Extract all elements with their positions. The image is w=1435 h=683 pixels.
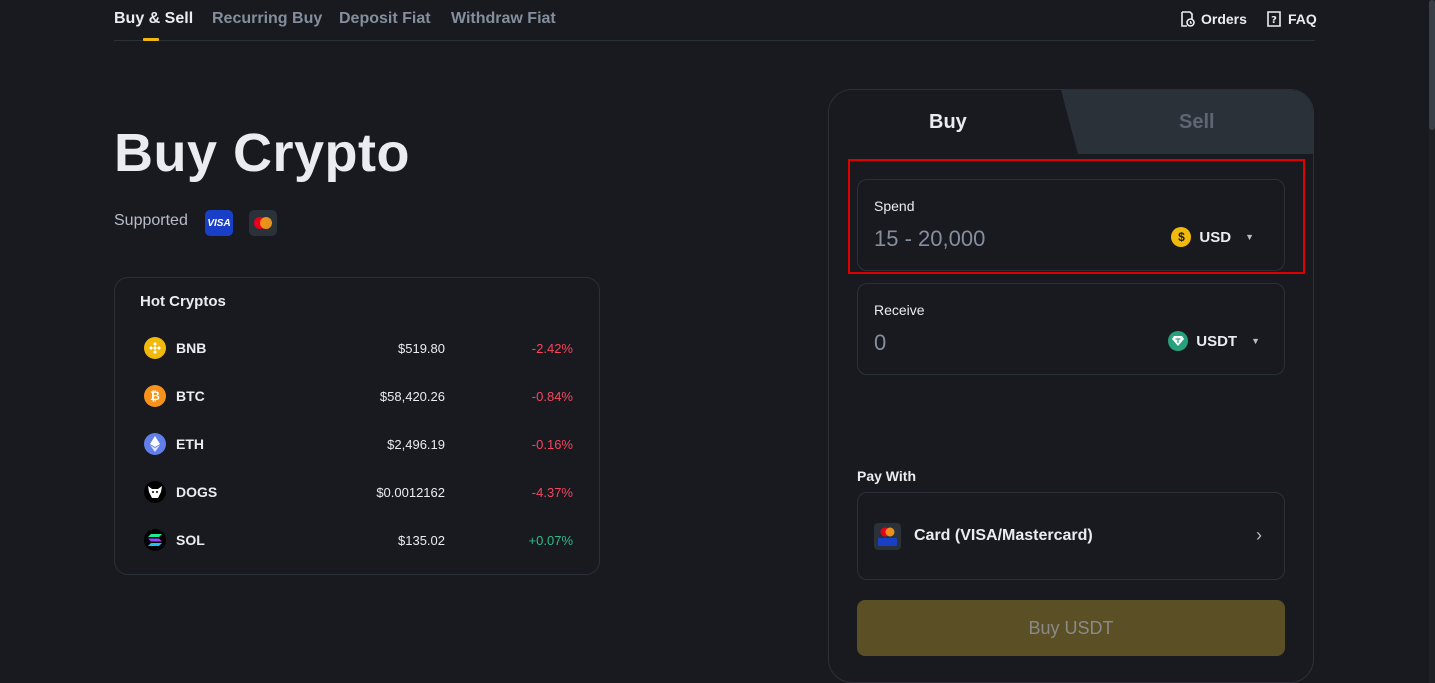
crypto-change: -0.84% (531, 389, 573, 404)
sell-tab[interactable]: Sell (1179, 111, 1215, 134)
crypto-symbol: BTC (176, 388, 205, 404)
spend-label: Spend (874, 198, 915, 214)
crypto-symbol: ETH (176, 436, 204, 452)
svg-text:?: ? (1271, 15, 1277, 26)
bnb-icon (144, 337, 166, 359)
receive-label: Receive (874, 302, 925, 318)
caret-down-icon: ▼ (1251, 336, 1260, 346)
crypto-price: $58,420.26 (379, 389, 445, 404)
crypto-row-bnb[interactable]: BNB $519.80 -2.42% (115, 333, 601, 365)
payment-method-select[interactable]: Card (VISA/Mastercard) › (857, 492, 1285, 580)
tab-buy-sell[interactable]: Buy & Sell (114, 10, 193, 28)
tab-recurring-buy[interactable]: Recurring Buy (212, 10, 322, 28)
spend-field[interactable]: Spend $ USD ▼ (857, 179, 1285, 271)
crypto-change: -2.42% (531, 341, 573, 356)
card-icon (874, 523, 901, 550)
buy-tab[interactable]: Buy (929, 111, 967, 134)
receive-currency-label: USDT (1196, 332, 1238, 350)
crypto-row-dogs[interactable]: DOGS $0.0012162 -4.37% (115, 477, 601, 509)
receive-input[interactable] (874, 330, 1134, 356)
crypto-row-eth[interactable]: ETH $2,496.19 -0.16% (115, 429, 601, 461)
btc-icon: ₿ (144, 385, 166, 407)
crypto-price: $519.80 (398, 341, 445, 356)
crypto-price: $135.02 (398, 533, 445, 548)
faq-label: FAQ (1288, 11, 1317, 27)
supported-label: Supported (114, 212, 188, 229)
crypto-change: -4.37% (531, 485, 573, 500)
receive-field[interactable]: Receive USDT ▼ (857, 283, 1285, 375)
orders-link[interactable]: Orders (1179, 11, 1247, 27)
caret-down-icon: ▼ (1245, 232, 1254, 242)
faq-icon: ? (1267, 11, 1281, 27)
crypto-price: $2,496.19 (387, 437, 445, 452)
usdt-icon (1168, 331, 1189, 351)
faq-link[interactable]: ? FAQ (1266, 11, 1317, 27)
eth-icon (144, 433, 166, 455)
dogs-icon (144, 481, 166, 503)
mastercard-icon (249, 210, 277, 236)
visa-icon: VISA (205, 210, 233, 236)
crypto-change: -0.16% (531, 437, 573, 452)
spend-input[interactable] (874, 226, 1134, 252)
page-title: Buy Crypto (114, 123, 411, 183)
spend-currency-select[interactable]: $ USD ▼ (1171, 227, 1254, 247)
orders-icon (1181, 11, 1195, 27)
pay-with-label: Pay With (857, 468, 916, 484)
top-navigation: Buy & Sell Recurring Buy Deposit Fiat Wi… (114, 0, 1317, 41)
crypto-symbol: SOL (176, 532, 205, 548)
crypto-price: $0.0012162 (376, 485, 445, 500)
spend-currency-label: USD (1199, 228, 1232, 246)
hot-cryptos-card: Hot Cryptos BNB $519.80 -2.42% ₿ BTC $58… (114, 277, 600, 575)
crypto-row-sol[interactable]: SOL $135.02 +0.07% (115, 525, 601, 557)
crypto-symbol: DOGS (176, 484, 218, 500)
hot-cryptos-title: Hot Cryptos (140, 293, 226, 310)
chevron-right-icon: › (1256, 525, 1262, 545)
mastercard-circles-icon (254, 217, 272, 229)
tab-deposit-fiat[interactable]: Deposit Fiat (339, 10, 431, 28)
tab-withdraw-fiat[interactable]: Withdraw Fiat (451, 10, 556, 28)
crypto-change: +0.07% (528, 533, 573, 548)
crypto-symbol: BNB (176, 340, 207, 356)
active-tab-indicator (143, 38, 159, 41)
buy-usdt-button[interactable]: Buy USDT (857, 600, 1285, 656)
sol-icon (144, 529, 166, 551)
page-scrollbar[interactable] (1429, 0, 1435, 683)
orders-label: Orders (1201, 11, 1247, 27)
receive-currency-select[interactable]: USDT ▼ (1168, 331, 1260, 351)
usd-icon: $ (1171, 227, 1192, 247)
payment-method-label: Card (VISA/Mastercard) (914, 527, 1093, 544)
scrollbar-thumb[interactable] (1429, 0, 1435, 130)
trade-panel: Buy Sell Spend $ USD ▼ Receive USDT ▼ Pa… (828, 89, 1314, 683)
buy-sell-tabs: Buy Sell (829, 90, 1313, 158)
crypto-row-btc[interactable]: ₿ BTC $58,420.26 -0.84% (115, 381, 601, 413)
visa-logo-text: VISA (207, 217, 231, 229)
